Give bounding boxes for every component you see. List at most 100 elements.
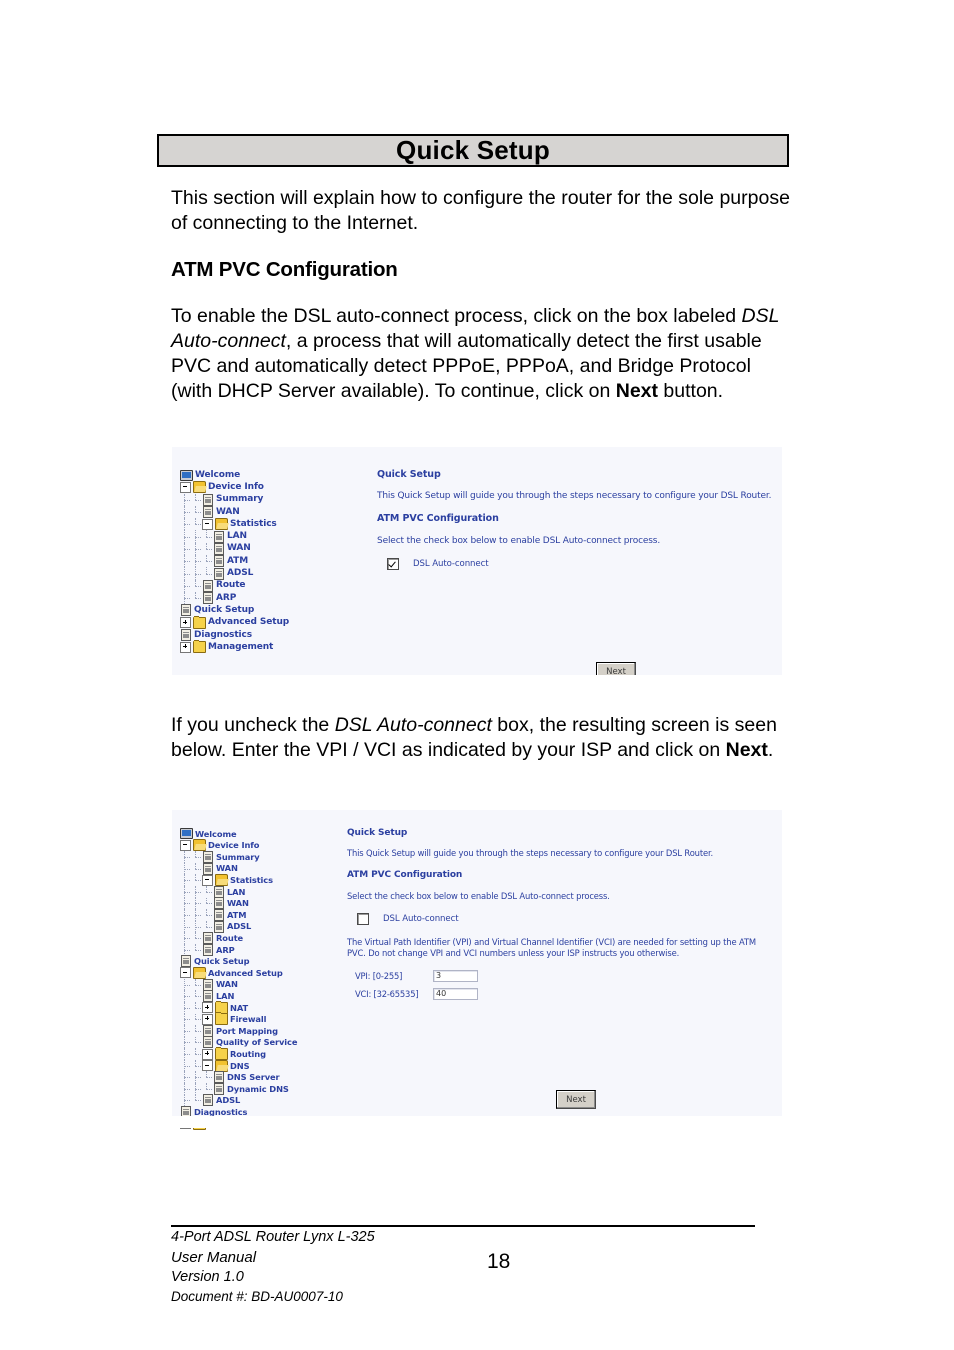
folder-closed-icon (215, 1012, 228, 1026)
tree-item-adsl[interactable]: ADSL (180, 567, 289, 580)
dsl-auto-connect-row[interactable]: DSL Auto-connect (357, 913, 767, 925)
vpi-input[interactable] (433, 970, 478, 982)
tree-item-arp[interactable]: ARP (180, 591, 289, 605)
footer-product: 4-Port ADSL Router Lynx L-325 (171, 1229, 375, 1245)
vci-input[interactable] (433, 988, 478, 1000)
page-icon (203, 506, 213, 519)
tree-item-quick-setup[interactable]: Quick Setup (180, 955, 297, 968)
collapse-icon[interactable] (180, 839, 191, 851)
tree-indent-guide (180, 518, 191, 531)
tree-item-label: Route (216, 580, 246, 591)
expand-icon[interactable] (202, 1002, 213, 1014)
tree-item-welcome[interactable]: Welcome (180, 469, 289, 481)
tree-item-routing[interactable]: Routing (180, 1047, 297, 1061)
tree-item-diagnostics[interactable]: Diagnostics (180, 629, 289, 641)
pane-section-heading: ATM PVC Configuration (377, 513, 499, 524)
tree-indent-guide (191, 542, 202, 556)
page-title: Quick Setup (396, 135, 550, 165)
page-icon (203, 850, 213, 863)
tree-item-firewall[interactable]: Firewall (180, 1012, 297, 1026)
tree-branch-line (191, 990, 202, 1002)
tree-item-lan[interactable]: LAN (180, 990, 297, 1003)
tree-item-summary[interactable]: Summary (180, 850, 297, 863)
expand-icon[interactable] (180, 617, 191, 629)
tree-item-device-info[interactable]: Device Info (180, 839, 297, 852)
tree-item-welcome[interactable]: Welcome (180, 828, 297, 840)
dsl-auto-connect-checkbox[interactable] (357, 913, 369, 925)
tree-item-label: Welcome (195, 828, 237, 839)
tree-item-wan[interactable]: WAN (180, 542, 289, 556)
tree-branch-line (191, 978, 202, 991)
tree-item-statistics[interactable]: Statistics (180, 518, 289, 531)
page-icon (203, 579, 213, 592)
vpi-field-row[interactable]: VPI: [0-255] (355, 970, 767, 982)
router-ui-screenshot-auto-connect-checked: Welcome Device Info Summary WAN Statistics LA… (172, 447, 782, 687)
tree-indent-guide (191, 909, 202, 921)
collapse-icon[interactable] (180, 481, 191, 493)
tree-item-adsl[interactable]: ADSL (180, 920, 297, 933)
tree-item-route[interactable]: Route (180, 932, 297, 945)
page-icon (214, 555, 224, 568)
tree-item-route[interactable]: Route (180, 579, 289, 593)
tree-item-lan[interactable]: LAN (180, 885, 297, 898)
tree-item-label: WAN (216, 506, 240, 517)
tree-item-advanced-setup[interactable]: Advanced Setup (180, 615, 289, 629)
paragraph-three-part3: . (767, 739, 774, 761)
collapse-icon[interactable] (202, 518, 213, 530)
tree-item-quality-of-service[interactable]: Quality of Service (180, 1036, 298, 1049)
pane-section-heading: ATM PVC Configuration (347, 870, 463, 880)
collapse-icon[interactable] (202, 1060, 213, 1072)
tree-item-nat[interactable]: NAT (180, 1000, 297, 1014)
tree-item-wan[interactable]: WAN (180, 978, 297, 991)
expand-icon[interactable] (180, 641, 191, 653)
tree-item-device-info[interactable]: Device Info (180, 481, 289, 494)
tree-indent-guide (180, 1036, 191, 1049)
dsl-auto-connect-row[interactable]: DSL Auto-connect (387, 558, 777, 570)
expand-icon[interactable] (202, 1013, 213, 1025)
tree-item-management[interactable]: Management (180, 640, 289, 654)
dsl-auto-connect-checkbox[interactable] (387, 558, 399, 570)
collapse-icon[interactable] (202, 874, 213, 886)
tree-item-label: Firewall (230, 1014, 267, 1025)
page-icon (203, 862, 213, 875)
expand-icon[interactable] (202, 1048, 213, 1060)
vpi-label: VPI: [0-255] (355, 971, 403, 981)
tree-item-atm[interactable]: ATM (180, 908, 297, 921)
tree-indent-guide (180, 978, 191, 991)
tree-branch-line (191, 932, 202, 944)
tree-item-lan[interactable]: LAN (180, 530, 289, 544)
paragraph-three-part1: If you uncheck the (171, 714, 335, 736)
tree-item-wan[interactable]: WAN (180, 897, 297, 910)
tree-item-label: ARP (216, 592, 237, 603)
tree-item-dns-server[interactable]: DNS Server (180, 1071, 297, 1084)
tree-indent-guide (180, 932, 191, 944)
tree-item-label: Dynamic DNS (227, 1083, 289, 1094)
tree-item-arp[interactable]: ARP (180, 943, 297, 956)
tree-item-quick-setup[interactable]: Quick Setup (180, 604, 289, 617)
tree-branch-line (191, 518, 202, 530)
tree-item-label: Statistics (230, 518, 277, 529)
tree-indent-guide (180, 542, 191, 556)
tree-branch-line (202, 567, 213, 579)
tree-item-atm[interactable]: ATM (180, 555, 289, 568)
page-icon (203, 990, 213, 1003)
folder-open-icon (193, 839, 206, 852)
page-icon (203, 1094, 213, 1107)
next-button[interactable]: Next (556, 1090, 596, 1109)
tree-item-wan[interactable]: WAN (180, 862, 297, 875)
tree-item-advanced-setup[interactable]: Advanced Setup (180, 966, 297, 979)
tree-item-summary[interactable]: Summary (180, 493, 289, 507)
tree-item-adsl[interactable]: ADSL (180, 1094, 297, 1107)
vci-field-row[interactable]: VCI: [32-65535] (355, 988, 767, 1000)
collapse-icon[interactable] (180, 967, 191, 979)
tree-indent-guide (180, 1025, 191, 1037)
tree-branch-line (191, 1094, 202, 1107)
tree-item-port-mapping[interactable]: Port Mapping (180, 1024, 297, 1037)
tree-item-wan[interactable]: WAN (180, 505, 289, 519)
tree-item-dynamic-dns[interactable]: Dynamic DNS (180, 1082, 297, 1095)
tree-item-dns[interactable]: DNS (180, 1059, 297, 1072)
intro-paragraph-text: This section will explain how to configu… (171, 187, 790, 234)
tree-item-statistics[interactable]: Statistics (180, 874, 297, 887)
page-icon (203, 1024, 213, 1037)
pane-heading: Quick Setup (347, 828, 408, 838)
